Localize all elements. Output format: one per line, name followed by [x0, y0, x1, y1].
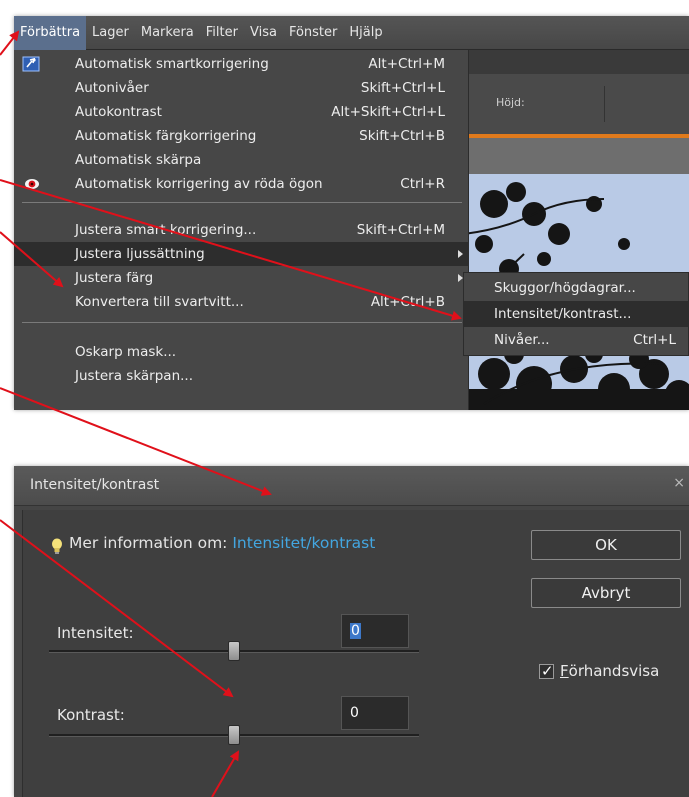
menu-item-auto-contrast[interactable]: Autokontrast Alt+Skift+Ctrl+L — [14, 100, 469, 124]
enhance-menu: Automatisk smartkorrigering Alt+Ctrl+M A… — [14, 50, 469, 410]
dialog-title: Intensitet/kontrast — [30, 477, 160, 493]
contrast-label: Kontrast: — [57, 706, 125, 724]
menu-item-label: Automatisk smartkorrigering — [75, 56, 269, 72]
menu-item-label: Justera färg — [75, 270, 154, 286]
options-toolbar: Höjd: — [464, 74, 689, 134]
menu-item-label: Autokontrast — [75, 104, 162, 120]
menu-lager[interactable]: Lager — [86, 16, 135, 50]
menu-item-label: Automatisk skärpa — [75, 152, 202, 168]
menu-item-auto-color-correction[interactable]: Automatisk färgkorrigering Skift+Ctrl+B — [14, 124, 469, 148]
menu-item-auto-levels[interactable]: Autonivåer Skift+Ctrl+L — [14, 76, 469, 100]
menu-separator — [22, 322, 462, 323]
adjust-lighting-submenu: Skuggor/högdagrar... Intensitet/kontrast… — [463, 272, 689, 356]
menu-item-shortcut: Alt+Ctrl+M — [368, 56, 445, 72]
submenu-item-label: Intensitet/kontrast... — [494, 306, 632, 322]
preview-checkbox[interactable]: Förhandsvisa — [539, 662, 659, 680]
submenu-item-levels[interactable]: Nivåer... Ctrl+L — [464, 327, 688, 353]
menu-filter[interactable]: Filter — [200, 16, 244, 50]
menu-item-label: Justera skärpan... — [75, 368, 193, 384]
submenu-arrow-icon — [458, 250, 463, 258]
more-info-text: Mer information om: Intensitet/kontrast — [69, 534, 375, 552]
menu-item-convert-bw[interactable]: Konvertera till svartvitt... Alt+Ctrl+B — [14, 290, 469, 314]
contrast-value: 0 — [350, 705, 359, 721]
preview-label: örhandsvisa — [568, 662, 660, 680]
menu-item-label: Konvertera till svartvitt... — [75, 294, 244, 310]
more-info-prefix: Mer information om: — [69, 534, 228, 552]
dialog-title-bar[interactable]: Intensitet/kontrast × — [14, 466, 689, 506]
menu-item-adjust-smart-fix[interactable]: Justera smart korrigering... Skift+Ctrl+… — [14, 218, 469, 242]
menu-separator — [22, 202, 462, 203]
menu-item-shortcut: Alt+Skift+Ctrl+L — [331, 104, 445, 120]
submenu-item-brightness-contrast[interactable]: Intensitet/kontrast... — [464, 301, 688, 327]
menu-item-label: Automatisk korrigering av röda ögon — [75, 176, 323, 192]
red-eye-icon — [24, 178, 40, 194]
menu-item-adjust-lighting[interactable]: Justera ljussättning — [14, 242, 469, 266]
document-tab-strip — [464, 138, 689, 174]
menu-visa[interactable]: Visa — [244, 16, 283, 50]
brightness-contrast-dialog: Intensitet/kontrast × Mer information om… — [14, 466, 689, 797]
menu-screenshot: Förbättra Lager Markera Filter Visa Föns… — [14, 16, 689, 410]
menu-hjalp[interactable]: Hjälp — [343, 16, 388, 50]
menu-bar: Förbättra Lager Markera Filter Visa Föns… — [14, 16, 689, 50]
intensity-value: 0 — [350, 623, 361, 639]
intensity-slider-thumb[interactable] — [228, 641, 240, 661]
toolbar-divider — [604, 86, 605, 122]
menu-item-shortcut: Skift+Ctrl+B — [359, 128, 445, 144]
menu-item-label: Automatisk färgkorrigering — [75, 128, 257, 144]
submenu-item-shortcut: Ctrl+L — [633, 332, 676, 348]
contrast-input[interactable]: 0 — [341, 696, 409, 730]
close-icon[interactable]: × — [673, 475, 685, 491]
menu-fonster[interactable]: Fönster — [283, 16, 343, 50]
help-link[interactable]: Intensitet/kontrast — [232, 534, 375, 552]
menu-item-label: Justera ljussättning — [75, 246, 205, 262]
menu-item-shortcut: Skift+Ctrl+M — [356, 222, 445, 238]
contrast-slider-thumb[interactable] — [228, 725, 240, 745]
smart-fix-icon — [22, 55, 40, 77]
intensity-label: Intensitet: — [57, 624, 134, 642]
menu-item-label: Autonivåer — [75, 80, 149, 96]
lightbulb-icon — [51, 538, 63, 560]
height-label: Höjd: — [496, 96, 525, 109]
menu-item-auto-smart-fix[interactable]: Automatisk smartkorrigering Alt+Ctrl+M — [14, 52, 469, 76]
dialog-body: Mer information om: Intensitet/kontrast … — [22, 510, 689, 797]
menu-item-shortcut: Skift+Ctrl+L — [360, 80, 445, 96]
intensity-input[interactable]: 0 — [341, 614, 409, 648]
menu-item-unsharp-mask[interactable]: Oskarp mask... — [14, 340, 469, 364]
menu-forbattra[interactable]: Förbättra — [14, 16, 87, 50]
menu-item-shortcut: Alt+Ctrl+B — [370, 294, 445, 310]
menu-markera[interactable]: Markera — [135, 16, 200, 50]
menu-item-auto-sharpen[interactable]: Automatisk skärpa — [14, 148, 469, 172]
menu-item-auto-red-eye[interactable]: Automatisk korrigering av röda ögon Ctrl… — [14, 172, 469, 196]
preview-label-mnemonic: F — [560, 662, 569, 680]
menu-item-adjust-sharpness[interactable]: Justera skärpan... — [14, 364, 469, 388]
cancel-button[interactable]: Avbryt — [531, 578, 681, 608]
menu-item-adjust-color[interactable]: Justera färg — [14, 266, 469, 290]
menu-item-label: Oskarp mask... — [75, 344, 177, 360]
submenu-item-label: Skuggor/högdagrar... — [494, 280, 636, 296]
menu-item-label: Justera smart korrigering... — [75, 222, 257, 238]
ok-button[interactable]: OK — [531, 530, 681, 560]
submenu-item-shadows-highlights[interactable]: Skuggor/högdagrar... — [464, 275, 688, 301]
menu-item-shortcut: Ctrl+R — [400, 176, 445, 192]
checkbox-checked-icon[interactable] — [539, 662, 554, 680]
submenu-item-label: Nivåer... — [494, 332, 550, 348]
